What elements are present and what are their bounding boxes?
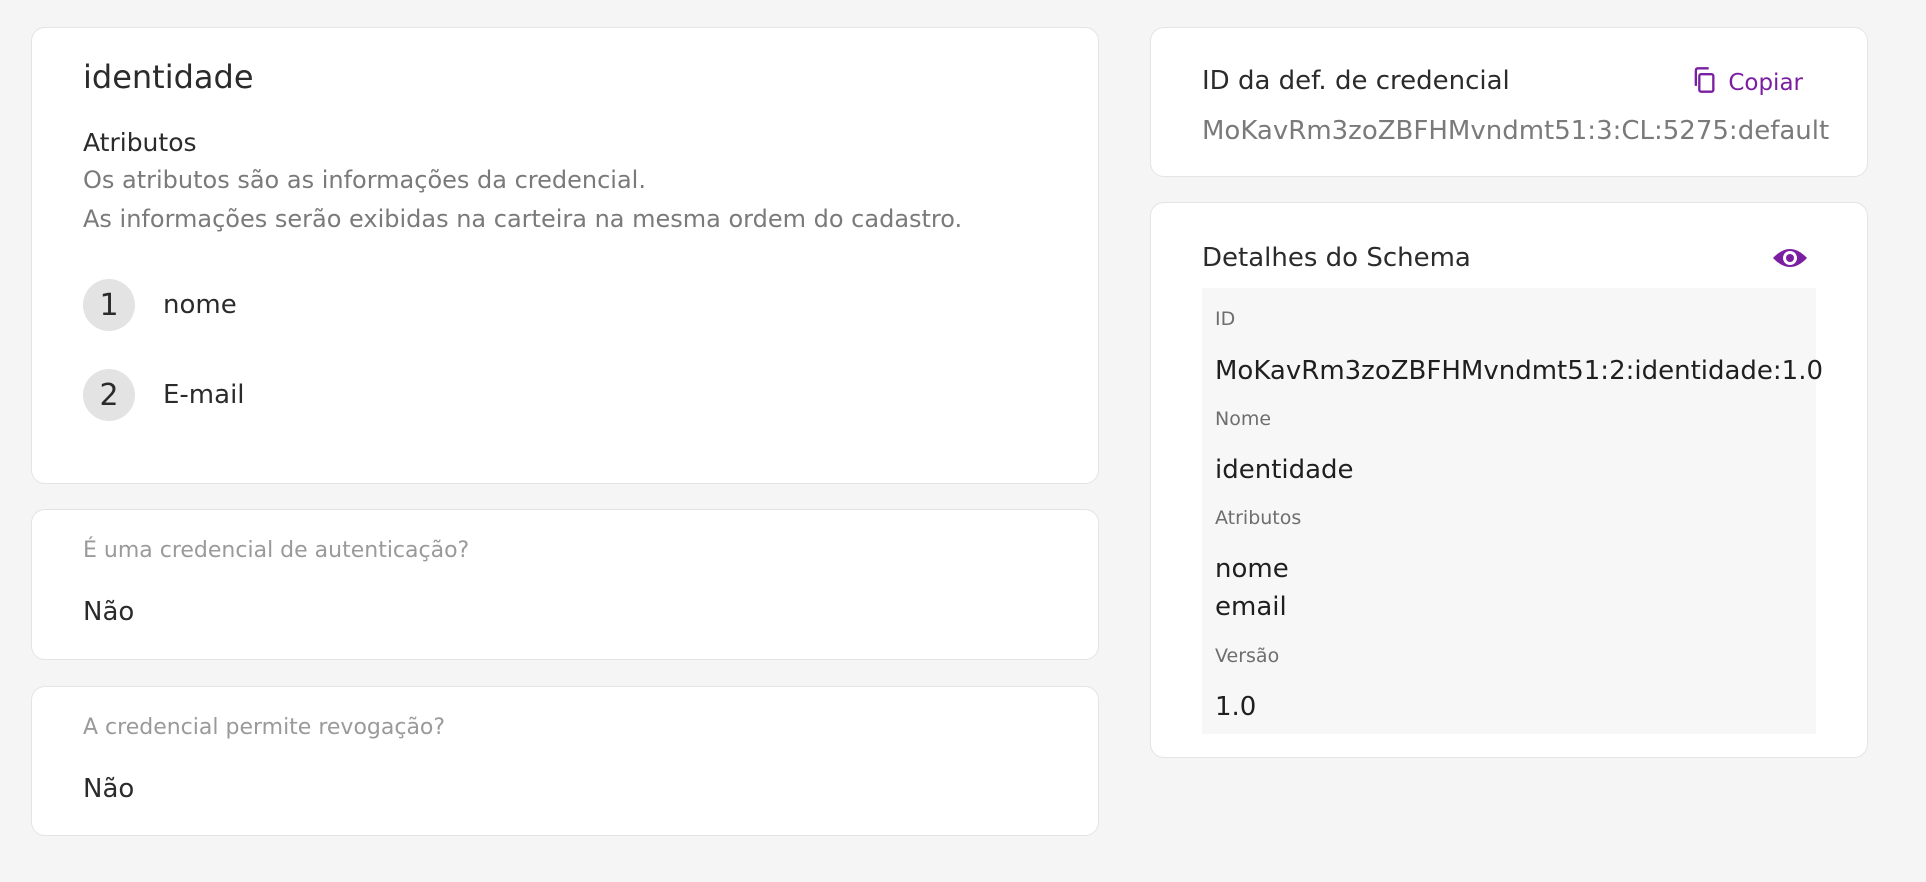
- schema-attributes-label: Atributos: [1215, 507, 1302, 529]
- toggle-visibility-button[interactable]: [1771, 243, 1809, 273]
- schema-attribute-item: nome: [1215, 554, 1289, 584]
- attributes-card: identidade Atributos Os atributos são as…: [31, 27, 1099, 484]
- revocation-answer: Não: [83, 774, 135, 804]
- attribute-name: E-mail: [163, 380, 245, 410]
- schema-version-value: 1.0: [1215, 692, 1257, 722]
- copy-button-label: Copiar: [1728, 70, 1803, 96]
- schema-id-value: MoKavRm3zoZBFHMvndmt51:2:identidade:1.0: [1215, 356, 1824, 386]
- attributes-section-label: Atributos: [83, 128, 197, 157]
- schema-details-title: Detalhes do Schema: [1202, 243, 1471, 273]
- schema-details-card: Detalhes do Schema ID MoKavRm3zoZBFHMvnd…: [1150, 202, 1868, 758]
- eye-icon: [1771, 249, 1809, 277]
- schema-attribute-item: email: [1215, 592, 1287, 622]
- authentication-answer: Não: [83, 597, 135, 627]
- authentication-card: É uma credencial de autenticação? Não: [31, 509, 1099, 660]
- credential-definition-card: ID da def. de credencial Copiar MoKavRm3…: [1150, 27, 1868, 177]
- attribute-item: 1 nome: [83, 279, 237, 331]
- attribute-item: 2 E-mail: [83, 369, 245, 421]
- revocation-question: A credencial permite revogação?: [83, 715, 446, 740]
- attributes-description-line1: Os atributos são as informações da crede…: [83, 166, 646, 194]
- schema-details-panel: ID MoKavRm3zoZBFHMvndmt51:2:identidade:1…: [1202, 288, 1823, 734]
- copy-button[interactable]: Copiar: [1690, 66, 1803, 100]
- attribute-number-badge: 1: [83, 279, 135, 331]
- credential-definition-title: ID da def. de credencial: [1202, 66, 1510, 96]
- schema-name-label: Nome: [1215, 408, 1272, 430]
- copy-icon: [1690, 66, 1718, 100]
- attribute-name: nome: [163, 290, 237, 320]
- credential-title: identidade: [83, 58, 254, 96]
- revocation-card: A credencial permite revogação? Não: [31, 686, 1099, 836]
- attribute-number-badge: 2: [83, 369, 135, 421]
- schema-version-label: Versão: [1215, 645, 1280, 667]
- schema-name-value: identidade: [1215, 455, 1354, 485]
- credential-definition-id: MoKavRm3zoZBFHMvndmt51:3:CL:5275:default: [1202, 116, 1830, 146]
- attributes-description-line2: As informações serão exibidas na carteir…: [83, 205, 963, 233]
- schema-id-label: ID: [1215, 308, 1236, 330]
- authentication-question: É uma credencial de autenticação?: [83, 538, 470, 563]
